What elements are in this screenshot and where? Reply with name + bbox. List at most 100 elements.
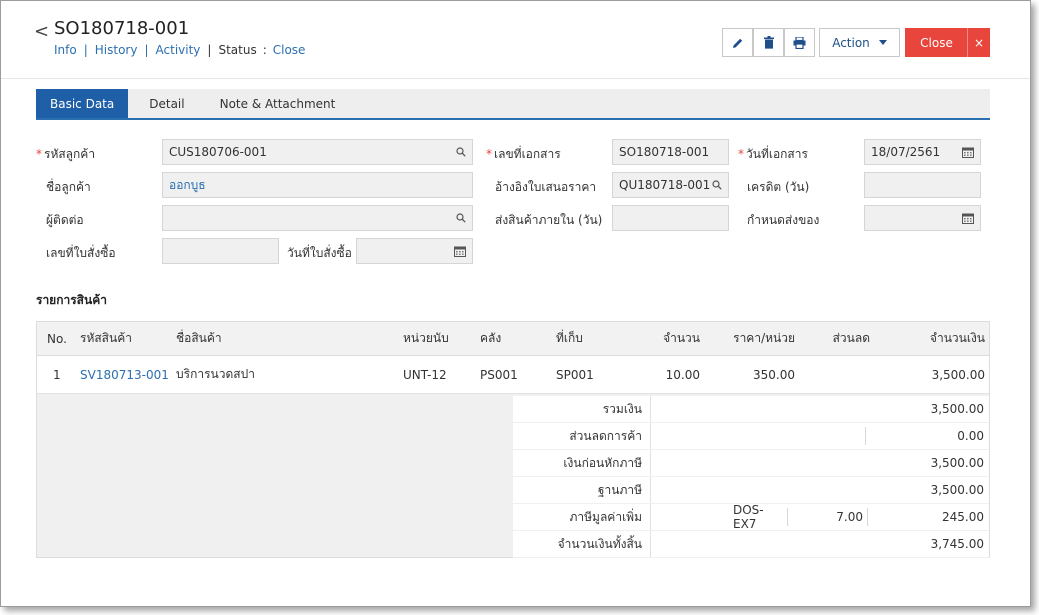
info-link[interactable]: Info — [54, 43, 77, 57]
items-table: No. รหัสสินค้า ชื่อสินค้า หน่วยนับ คลัง … — [36, 321, 990, 558]
delivery-due-label: กำหนดส่งของ — [747, 213, 820, 227]
doc-date-field[interactable]: 18/07/2561 — [864, 139, 981, 165]
pencil-icon — [732, 38, 742, 48]
customer-code-field[interactable]: CUS180706-001 — [162, 139, 473, 165]
before-tax-row: เงินก่อนหักภาษี 3,500.00 — [513, 450, 989, 477]
trade-discount-label: ส่วนลดการค้า — [513, 423, 651, 449]
row-no: 1 — [53, 367, 61, 382]
customer-name-label: ชื่อลูกค้า — [46, 180, 91, 194]
subtotal-value: 3,500.00 — [930, 402, 984, 416]
po-date-field[interactable] — [356, 238, 473, 264]
contact-field[interactable] — [162, 205, 473, 231]
grand-total-row: จำนวนเงินทั้งสิ้น 3,745.00 — [513, 531, 989, 558]
items-section-title: รายการสินค้า — [36, 293, 107, 307]
history-link[interactable]: History — [95, 43, 138, 57]
quote-ref-label: อ้างอิงใบเสนอราคา — [495, 180, 597, 194]
col-warehouse: คลัง — [480, 331, 502, 345]
grand-total-value: 3,745.00 — [930, 537, 984, 551]
header-links: Info | History | Activity | Status : Clo… — [54, 43, 305, 57]
vat-row: ภาษีมูลค่าเพิ่ม DOS-EX7 7.00 245.00 — [513, 503, 989, 531]
sales-order-window: < SO180718-001 Info | History | Activity… — [0, 0, 1031, 607]
customer-code-label: * รหัสลูกค้า — [36, 147, 96, 161]
summary-panel: รวมเงิน 3,500.00 ส่วนลดการค้า 0.00 เงินก… — [37, 394, 989, 558]
delivery-days-field[interactable] — [612, 205, 729, 231]
status-value: Close — [272, 43, 306, 57]
before-tax-value: 3,500.00 — [930, 456, 984, 470]
row-qty: 10.00 — [665, 367, 700, 382]
link-separator: | — [83, 43, 88, 57]
row-unit-price: 350.00 — [753, 367, 795, 382]
tab-detail[interactable]: Detail — [128, 89, 205, 118]
customer-name-field: ออกบูธ — [162, 172, 473, 198]
po-number-field[interactable] — [162, 238, 279, 264]
action-dropdown-button[interactable]: Action — [819, 28, 900, 57]
back-chevron-icon[interactable]: < — [34, 21, 49, 42]
contact-label: ผู้ติดต่อ — [46, 213, 84, 227]
delete-button[interactable] — [753, 28, 784, 57]
printer-icon — [793, 36, 806, 49]
doc-number-field: SO180718-001 — [612, 139, 729, 165]
doc-number-label: * เลขที่เอกสาร — [486, 147, 561, 161]
row-unit: UNT-12 — [403, 367, 447, 382]
po-number-label: เลขที่ใบสั่งซื้อ — [46, 246, 116, 260]
tab-note-attachment[interactable]: Note & Attachment — [206, 89, 350, 118]
tab-bar: Basic Data Detail Note & Attachment — [36, 89, 990, 120]
search-icon[interactable] — [456, 213, 466, 223]
before-tax-label: เงินก่อนหักภาษี — [513, 450, 651, 476]
trade-discount-value: 0.00 — [957, 429, 984, 443]
activity-link[interactable]: Activity — [156, 43, 201, 57]
subtotal-label: รวมเงิน — [513, 396, 651, 422]
credit-days-label: เครดิต (วัน) — [747, 180, 810, 194]
delivery-days-label: ส่งสินค้าภายใน (วัน) — [495, 213, 603, 227]
close-button[interactable]: Close — [905, 28, 968, 57]
link-separator: | — [207, 43, 212, 57]
vat-rate: 7.00 — [836, 510, 863, 524]
delivery-due-field[interactable] — [864, 205, 981, 231]
edit-button[interactable] — [722, 28, 753, 57]
close-x-icon[interactable]: × — [967, 28, 990, 57]
col-unit: หน่วยนับ — [403, 331, 449, 345]
calendar-icon[interactable] — [454, 246, 466, 257]
quote-ref-field[interactable]: QU180718-001 — [612, 172, 729, 198]
col-discount: ส่วนลด — [832, 331, 870, 345]
col-item-code: รหัสสินค้า — [80, 331, 132, 345]
col-no: No. — [47, 331, 67, 346]
col-item-name: ชื่อสินค้า — [176, 331, 222, 345]
tab-basic-data[interactable]: Basic Data — [36, 89, 129, 118]
search-icon[interactable] — [712, 180, 722, 190]
print-button[interactable] — [784, 28, 815, 57]
vat-value: 245.00 — [942, 510, 984, 524]
row-warehouse: PS001 — [480, 367, 518, 382]
grand-total-label: จำนวนเงินทั้งสิ้น — [513, 531, 651, 557]
row-item-code-link[interactable]: SV180713-001 — [80, 356, 169, 393]
page-title: SO180718-001 — [54, 18, 190, 39]
link-separator: | — [144, 43, 149, 57]
col-unit-price: ราคา/หน่วย — [733, 331, 795, 345]
column-divider — [865, 427, 866, 445]
calendar-icon[interactable] — [962, 147, 974, 158]
tax-base-value: 3,500.00 — [930, 483, 984, 497]
col-amount: จำนวนเงิน — [929, 331, 985, 345]
row-amount: 3,500.00 — [931, 367, 985, 382]
col-qty: จำนวน — [663, 331, 700, 345]
status-colon: : — [262, 43, 267, 57]
status-label: Status — [218, 43, 257, 57]
doc-date-label: * วันที่เอกสาร — [738, 147, 808, 161]
row-discount — [807, 356, 870, 393]
search-icon[interactable] — [456, 147, 466, 157]
po-date-label: วันที่ใบสั่งซื้อ — [287, 246, 352, 260]
subtotal-row: รวมเงิน 3,500.00 — [513, 396, 989, 423]
table-row: 1 SV180713-001 บริการนวดสปา UNT-12 PS001… — [37, 356, 989, 394]
calendar-icon[interactable] — [962, 213, 974, 224]
vat-label: ภาษีมูลค่าเพิ่ม — [513, 504, 651, 530]
column-divider — [867, 508, 868, 526]
trash-icon — [763, 36, 774, 49]
col-location: ที่เก็บ — [556, 331, 583, 345]
tax-base-label: ฐานภาษี — [513, 477, 651, 503]
action-label: Action — [832, 35, 870, 50]
vat-code: DOS-EX7 — [733, 503, 764, 531]
trade-discount-row: ส่วนลดการค้า 0.00 — [513, 423, 989, 450]
page-header: < SO180718-001 Info | History | Activity… — [1, 1, 1030, 79]
credit-days-field[interactable] — [864, 172, 981, 198]
table-header: No. รหัสสินค้า ชื่อสินค้า หน่วยนับ คลัง … — [37, 322, 989, 356]
